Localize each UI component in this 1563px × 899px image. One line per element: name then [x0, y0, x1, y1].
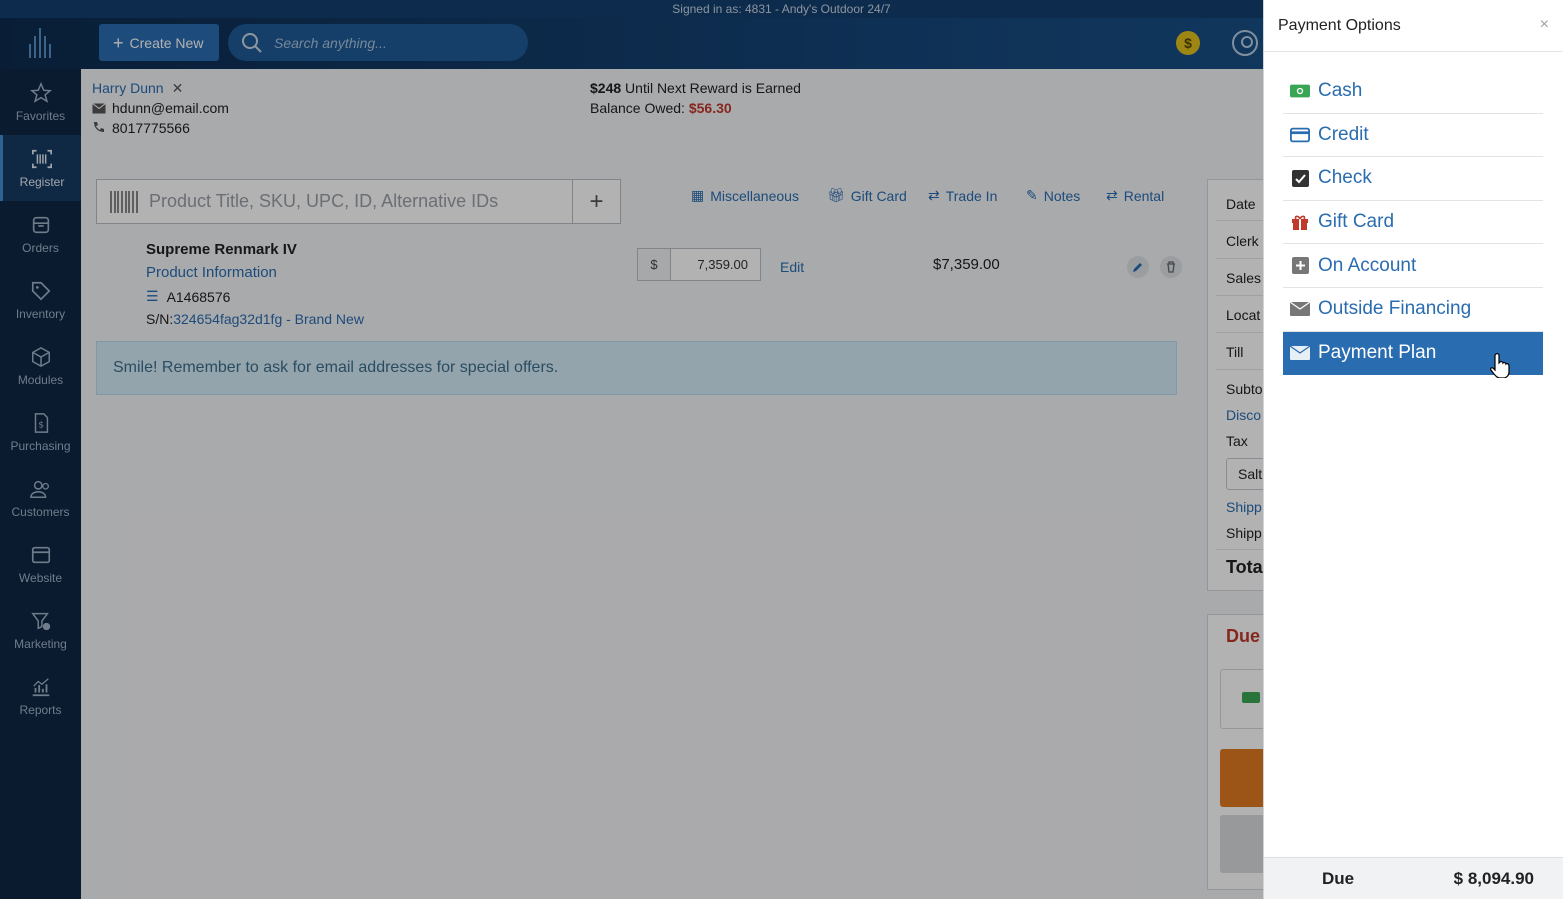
envelope-icon — [1290, 301, 1310, 317]
panel-header: Payment Options × — [1264, 0, 1563, 52]
option-label: Check — [1318, 167, 1372, 189]
option-label: Gift Card — [1318, 211, 1395, 233]
payment-options-panel: Payment Options × Cash Credit Check Gift… — [1263, 0, 1563, 899]
due-value: $ 8,094.90 — [1453, 868, 1534, 888]
option-label: Outside Financing — [1318, 298, 1472, 320]
envelope-icon — [1290, 345, 1310, 361]
option-label: On Account — [1318, 254, 1417, 276]
payment-options-list: Cash Credit Check Gift Card On Account O… — [1283, 70, 1543, 376]
cash-icon — [1290, 83, 1310, 99]
close-icon[interactable]: × — [1540, 16, 1549, 34]
gift-icon — [1290, 214, 1310, 231]
option-label: Payment Plan — [1318, 342, 1437, 364]
hand-cursor-icon — [1490, 352, 1510, 378]
panel-title: Payment Options — [1278, 16, 1401, 34]
modal-backdrop[interactable] — [0, 0, 1263, 899]
payment-option-outside-financing[interactable]: Outside Financing — [1283, 288, 1543, 332]
payment-option-on-account[interactable]: On Account — [1283, 244, 1543, 288]
payment-option-cash[interactable]: Cash — [1283, 70, 1543, 114]
due-label: Due — [1322, 868, 1355, 888]
plus-square-icon — [1290, 257, 1310, 275]
option-label: Cash — [1318, 80, 1363, 102]
payment-option-gift-card[interactable]: Gift Card — [1283, 201, 1543, 245]
checkbox-icon — [1290, 169, 1310, 187]
option-label: Credit — [1318, 123, 1369, 145]
payment-option-check[interactable]: Check — [1283, 157, 1543, 201]
payment-option-credit[interactable]: Credit — [1283, 114, 1543, 158]
credit-card-icon — [1290, 127, 1310, 143]
panel-due-footer: Due $ 8,094.90 — [1264, 857, 1563, 899]
